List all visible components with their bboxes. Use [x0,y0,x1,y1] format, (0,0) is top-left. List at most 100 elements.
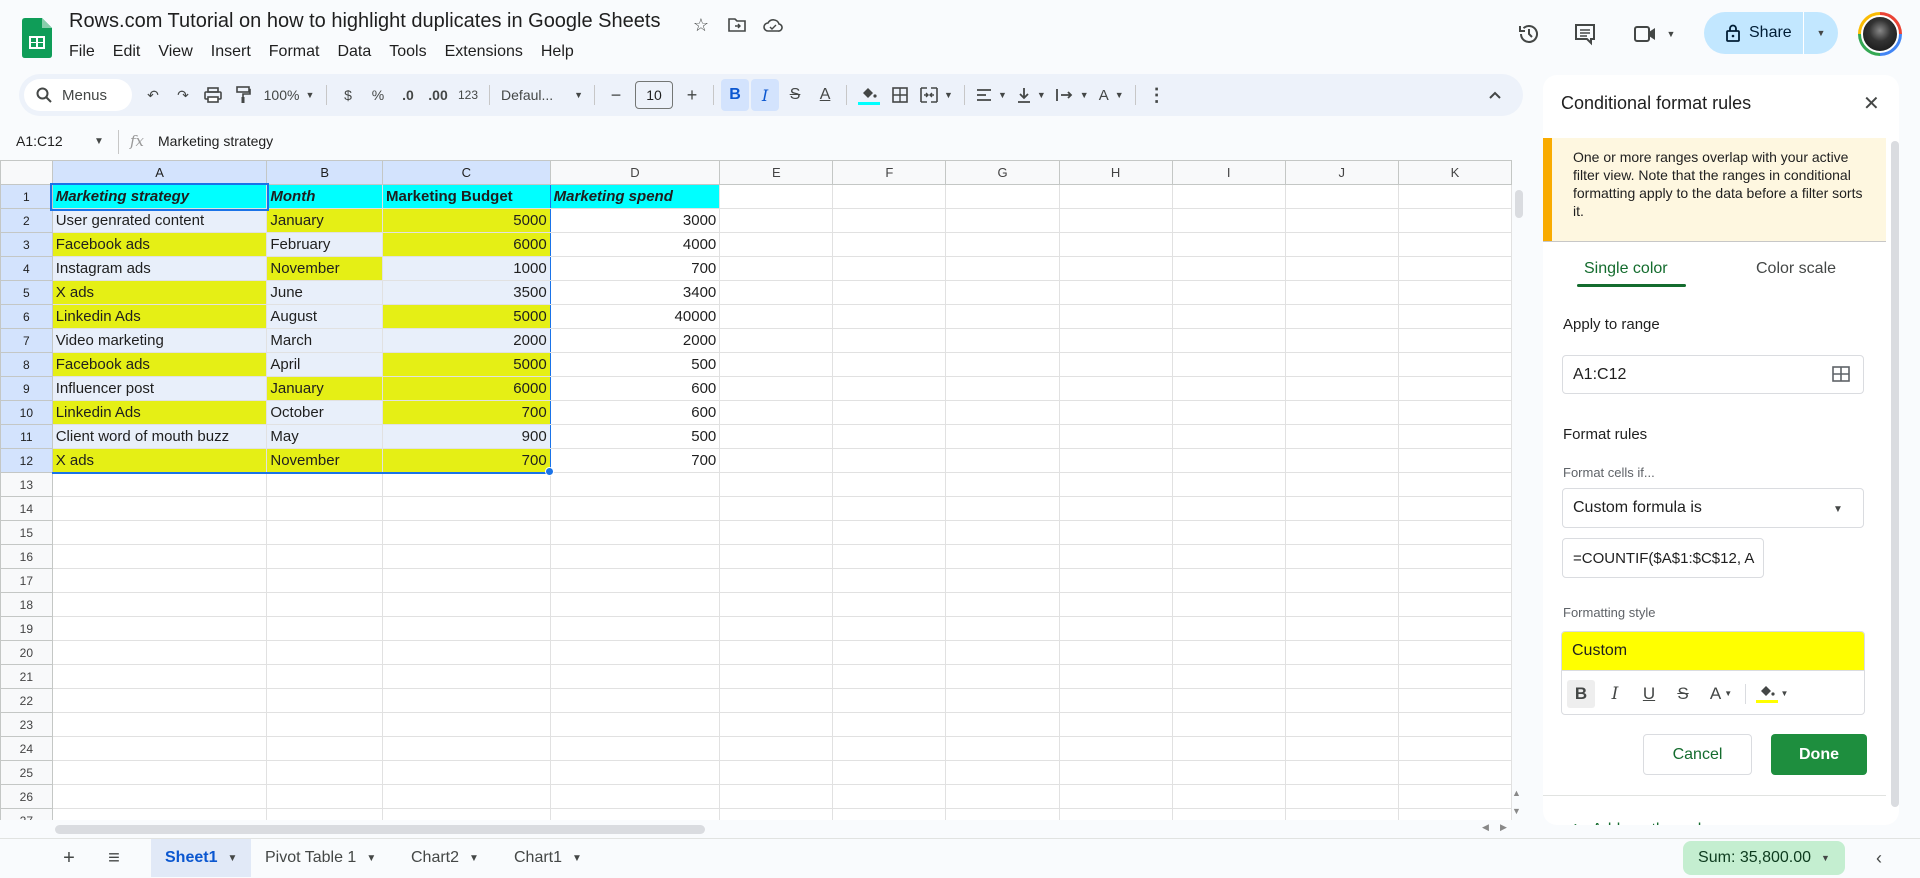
cell-i8[interactable] [1171,352,1286,377]
cell-a14[interactable] [51,496,268,521]
cell-g3[interactable] [945,232,1060,257]
cell-i18[interactable] [1171,592,1286,617]
row-header[interactable]: 7 [0,328,53,353]
cell-j18[interactable] [1284,592,1399,617]
share-main[interactable]: Share [1704,12,1804,54]
cell-c17[interactable] [382,568,551,593]
cell-a12[interactable]: X ads [51,448,268,474]
cell-f9[interactable] [832,376,947,401]
row-header[interactable]: 1 [0,184,53,209]
cell-e27[interactable] [719,808,834,820]
document-title[interactable]: Rows.com Tutorial on how to highlight du… [69,10,660,33]
cell-g4[interactable] [945,256,1060,281]
vertical-align-icon[interactable]: ▼ [1013,79,1050,111]
cell-e26[interactable] [719,784,834,809]
cell-f15[interactable] [832,520,947,545]
add-sheet-icon[interactable]: + [55,846,83,870]
cell-c19[interactable] [382,616,551,641]
cell-b26[interactable] [266,784,383,809]
cell-k11[interactable] [1397,424,1512,449]
tab-single-color[interactable]: Single color [1584,260,1668,278]
cell-f19[interactable] [832,616,947,641]
select-range-icon[interactable] [1832,366,1850,382]
cell-k26[interactable] [1397,784,1512,809]
fill-handle[interactable] [545,467,554,476]
cell-d21[interactable] [549,664,721,689]
cell-g6[interactable] [945,304,1060,329]
cell-i19[interactable] [1171,616,1286,641]
cell-j17[interactable] [1284,568,1399,593]
column-header-f[interactable]: F [832,160,947,185]
row-header[interactable]: 10 [0,400,53,425]
cell-e23[interactable] [719,712,834,737]
cell-h27[interactable] [1058,808,1173,820]
column-header-j[interactable]: J [1284,160,1399,185]
cell-h19[interactable] [1058,616,1173,641]
scroll-right-arrow[interactable]: ▶ [1500,822,1507,833]
cell-d9[interactable]: 600 [549,376,721,401]
cell-a18[interactable] [51,592,268,617]
cell-e16[interactable] [719,544,834,569]
cell-b17[interactable] [266,568,383,593]
cell-c8[interactable]: 5000 [382,352,551,377]
cell-b4[interactable]: November [266,256,383,281]
text-color-button[interactable]: A [811,79,839,111]
cell-a4[interactable]: Instagram ads [51,256,268,281]
cell-c10[interactable]: 700 [382,400,551,425]
cell-d2[interactable]: 3000 [549,208,721,233]
cell-b23[interactable] [266,712,383,737]
merge-cells-icon[interactable]: ▼ [916,79,957,111]
cell-f5[interactable] [832,280,947,305]
cell-d14[interactable] [549,496,721,521]
cell-j10[interactable] [1284,400,1399,425]
cell-d17[interactable] [549,568,721,593]
menu-format[interactable]: Format [260,41,329,63]
cell-k14[interactable] [1397,496,1512,521]
cell-e11[interactable] [719,424,834,449]
cell-e9[interactable] [719,376,834,401]
text-rotation-icon[interactable]: A ▼ [1095,79,1128,111]
done-button[interactable]: Done [1771,734,1867,775]
cell-b3[interactable]: February [266,232,383,257]
cell-b18[interactable] [266,592,383,617]
cell-a21[interactable] [51,664,268,689]
cell-c1[interactable]: Marketing Budget [382,184,551,209]
cell-e10[interactable] [719,400,834,425]
row-header[interactable]: 8 [0,352,53,377]
cell-j3[interactable] [1284,232,1399,257]
name-box[interactable]: A1:C12 [16,133,63,149]
cell-c23[interactable] [382,712,551,737]
cell-j15[interactable] [1284,520,1399,545]
menu-view[interactable]: View [149,41,201,63]
cell-g23[interactable] [945,712,1060,737]
cell-h23[interactable] [1058,712,1173,737]
cell-b9[interactable]: January [266,376,383,401]
cell-d15[interactable] [549,520,721,545]
strikethrough-button[interactable]: S [781,79,809,111]
row-header[interactable]: 24 [0,736,53,761]
panel-scrollbar[interactable] [1891,141,1899,807]
cell-g13[interactable] [945,472,1060,497]
cell-f23[interactable] [832,712,947,737]
row-header[interactable]: 23 [0,712,53,737]
cell-i10[interactable] [1171,400,1286,425]
cell-g10[interactable] [945,400,1060,425]
sheets-logo[interactable] [22,18,52,58]
cell-j23[interactable] [1284,712,1399,737]
cell-a7[interactable]: Video marketing [51,328,268,353]
cell-j9[interactable] [1284,376,1399,401]
custom-formula-input[interactable]: =COUNTIF($A$1:$C$12, A [1562,538,1764,578]
cell-h22[interactable] [1058,688,1173,713]
cell-i4[interactable] [1171,256,1286,281]
bold-button[interactable]: B [721,79,750,111]
row-header[interactable]: 9 [0,376,53,401]
cell-c18[interactable] [382,592,551,617]
cell-f24[interactable] [832,736,947,761]
menu-file[interactable]: File [60,41,104,63]
close-icon[interactable]: ✕ [1863,91,1880,116]
cell-j5[interactable] [1284,280,1399,305]
cell-k17[interactable] [1397,568,1512,593]
cell-e13[interactable] [719,472,834,497]
cell-b25[interactable] [266,760,383,785]
cell-c24[interactable] [382,736,551,761]
